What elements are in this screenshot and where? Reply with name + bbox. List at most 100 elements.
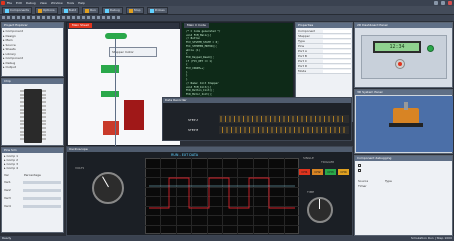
- chip-pin[interactable]: [20, 134, 24, 137]
- checkbox-icon[interactable]: [358, 164, 361, 167]
- chip-pin[interactable]: [42, 101, 46, 104]
- small-tool-icon[interactable]: [77, 16, 80, 19]
- chip-pin[interactable]: [20, 138, 24, 141]
- property-value[interactable]: [323, 45, 351, 48]
- chip-pin[interactable]: [42, 119, 46, 122]
- chip-pin[interactable]: [20, 93, 24, 96]
- close-icon[interactable]: [448, 1, 452, 5]
- lcd-text: 12:34: [375, 43, 419, 51]
- small-tool-icon[interactable]: [112, 16, 115, 19]
- toolbar-button[interactable]: Probes: [146, 7, 168, 14]
- var-row[interactable]: Var4: [3, 203, 62, 211]
- property-value[interactable]: [323, 65, 351, 68]
- var-row[interactable]: Var2: [3, 187, 62, 195]
- minimize-icon[interactable]: [434, 1, 438, 5]
- small-tool-icon[interactable]: [22, 16, 25, 19]
- single-label[interactable]: SINGLE: [303, 157, 314, 161]
- property-value[interactable]: [323, 30, 351, 33]
- toolbar-button[interactable]: Build: [60, 7, 80, 14]
- var-row[interactable]: Var1: [3, 179, 62, 187]
- small-tool-icon[interactable]: [117, 16, 120, 19]
- chip-pin[interactable]: [42, 134, 46, 137]
- chip-pin[interactable]: [20, 115, 24, 118]
- channel-button[interactable]: CH1: [299, 169, 310, 175]
- small-tool-icon[interactable]: [97, 16, 100, 19]
- small-tool-icon[interactable]: [67, 16, 70, 19]
- chip-pin[interactable]: [42, 104, 46, 107]
- row-timer[interactable]: Timer: [358, 185, 367, 189]
- volts-knob[interactable]: [92, 172, 124, 204]
- small-tool-icon[interactable]: [7, 16, 10, 19]
- chip-pin[interactable]: [42, 97, 46, 100]
- small-tool-icon[interactable]: [27, 16, 30, 19]
- flow-macro-block[interactable]: Stepper motor: [109, 47, 157, 57]
- chip-pin[interactable]: [20, 97, 24, 100]
- small-tool-icon[interactable]: [37, 16, 40, 19]
- small-tool-icon[interactable]: [42, 16, 45, 19]
- chip-pin[interactable]: [42, 130, 46, 133]
- toolbar-button[interactable]: Debug: [101, 7, 123, 14]
- toolbar-button[interactable]: Components: [2, 7, 32, 14]
- chip-pin[interactable]: [20, 123, 24, 126]
- small-tool-icon[interactable]: [2, 16, 5, 19]
- small-tool-icon[interactable]: [87, 16, 90, 19]
- chip-pin[interactable]: [20, 90, 24, 92]
- small-tool-icon[interactable]: [92, 16, 95, 19]
- project-item[interactable]: ▸ Output: [3, 65, 62, 70]
- chip-pin[interactable]: [42, 112, 46, 115]
- time-knob[interactable]: [307, 197, 333, 223]
- chip-pin[interactable]: [20, 119, 24, 122]
- small-tool-icon[interactable]: [32, 16, 35, 19]
- small-tool-icon[interactable]: [102, 16, 105, 19]
- property-value[interactable]: [323, 50, 351, 53]
- tree-row[interactable]: ▸ Comp 4: [4, 167, 18, 171]
- small-tool-icon[interactable]: [12, 16, 15, 19]
- small-tool-icon[interactable]: [82, 16, 85, 19]
- toolbar-label: Probes: [154, 8, 165, 12]
- chip-pin[interactable]: [42, 138, 46, 141]
- trigger-label[interactable]: TRIGGER: [321, 161, 334, 165]
- channel-button[interactable]: CH4: [338, 169, 349, 175]
- channel-button[interactable]: CH2: [312, 169, 323, 175]
- chip-pin[interactable]: [20, 112, 24, 115]
- flow-highlight-block[interactable]: [103, 121, 119, 135]
- property-value[interactable]: [323, 60, 351, 63]
- property-value[interactable]: [323, 40, 351, 43]
- flow-event-block[interactable]: [124, 100, 144, 130]
- toolbar-button[interactable]: Options: [34, 7, 58, 14]
- property-value[interactable]: [323, 35, 351, 38]
- small-tool-icon[interactable]: [57, 16, 60, 19]
- flow-decision-block[interactable]: [101, 65, 119, 73]
- flowchart-tab[interactable]: Main Sheet: [69, 23, 92, 28]
- flow-loop-block[interactable]: [101, 91, 119, 97]
- chip-pin[interactable]: [20, 130, 24, 133]
- toolbar-button[interactable]: Run: [82, 7, 99, 14]
- property-value[interactable]: [323, 70, 351, 73]
- chip-pin[interactable]: [42, 115, 46, 118]
- code-tab[interactable]: Main C Code: [184, 23, 209, 28]
- property-value[interactable]: [323, 55, 351, 58]
- checkbox-icon[interactable]: [358, 169, 361, 172]
- property-row[interactable]: Mode: [297, 69, 351, 74]
- small-tool-icon[interactable]: [72, 16, 75, 19]
- small-tool-icon[interactable]: [62, 16, 65, 19]
- chip-pin[interactable]: [42, 108, 46, 111]
- small-tool-icon[interactable]: [107, 16, 110, 19]
- red-button-cap[interactable]: [398, 62, 402, 66]
- flow-start-block[interactable]: [105, 33, 127, 39]
- chip-pin[interactable]: [20, 104, 24, 107]
- channel-button[interactable]: CH3: [325, 169, 336, 175]
- chip-pin[interactable]: [42, 90, 46, 92]
- chip-pin[interactable]: [42, 93, 46, 96]
- chip-pin[interactable]: [20, 101, 24, 104]
- toolbar-button[interactable]: Stop: [125, 7, 144, 14]
- chip-pin[interactable]: [20, 127, 24, 129]
- small-tool-icon[interactable]: [17, 16, 20, 19]
- small-tool-icon[interactable]: [52, 16, 55, 19]
- chip-pin[interactable]: [42, 127, 46, 129]
- chip-pin[interactable]: [42, 123, 46, 126]
- var-row[interactable]: Var3: [3, 195, 62, 203]
- maximize-icon[interactable]: [441, 1, 445, 5]
- chip-pin[interactable]: [20, 108, 24, 111]
- small-tool-icon[interactable]: [47, 16, 50, 19]
